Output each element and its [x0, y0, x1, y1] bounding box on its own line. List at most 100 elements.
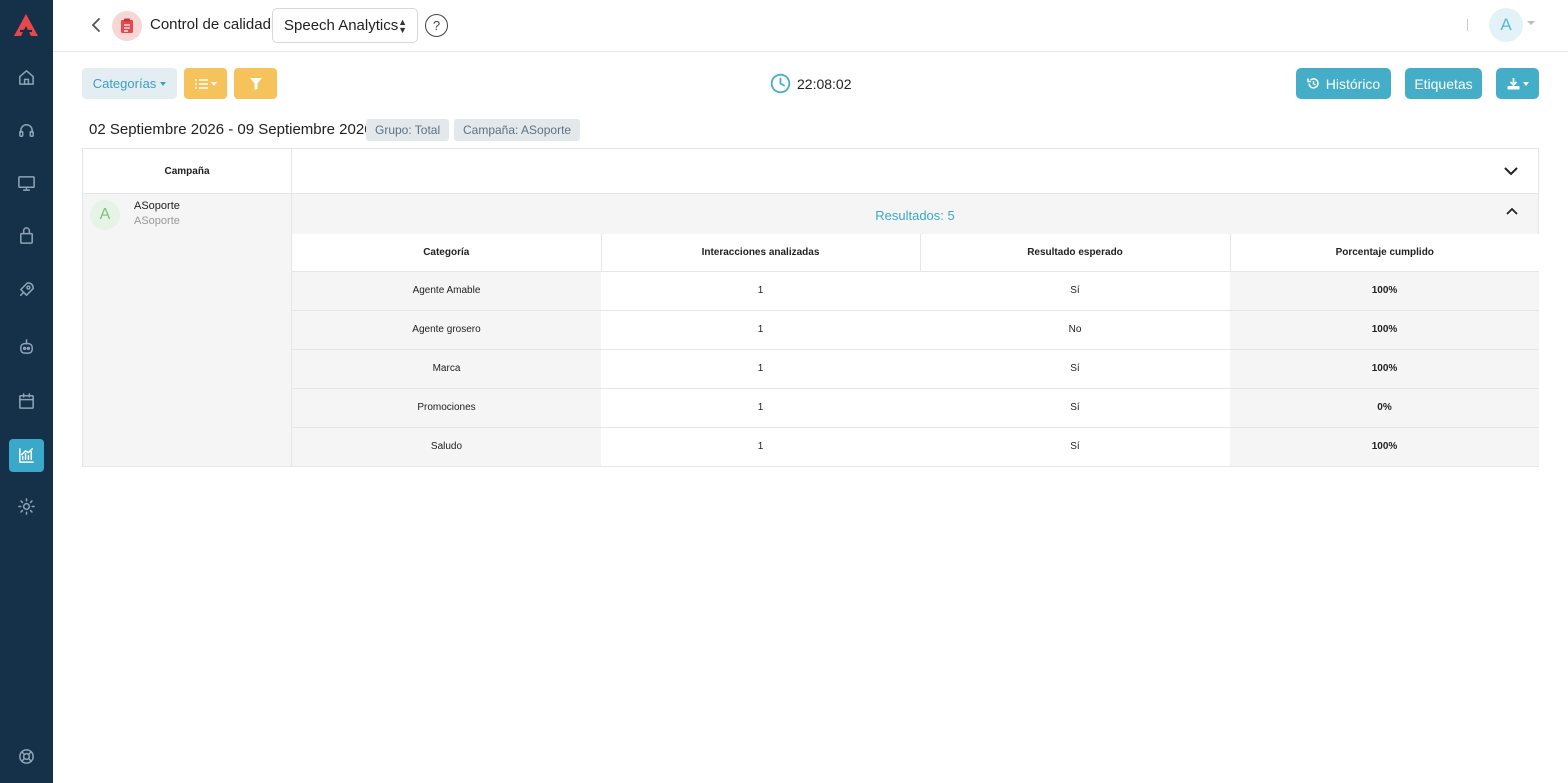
group-badge: Grupo: Total [366, 119, 450, 141]
cell-categoria: Saludo [292, 427, 601, 467]
column-header-esperado: Resultado esperado [919, 234, 1231, 272]
campaign-header-label: Campaña [164, 165, 210, 177]
chevron-up-icon[interactable] [1506, 207, 1518, 215]
cell-porcentaje: 0% [1230, 388, 1539, 428]
cell-interacciones: 1 [601, 271, 920, 311]
table-row: Promociones 1 Sí 0% [292, 388, 1539, 428]
top-divider [1467, 19, 1468, 31]
list-view-dropdown-button[interactable] [184, 68, 227, 99]
results-bar[interactable]: Resultados: 5 [292, 194, 1538, 234]
chevron-left-icon [91, 18, 100, 32]
user-avatar[interactable]: A [1489, 8, 1523, 42]
historico-label: Histórico [1325, 75, 1381, 92]
rocket-icon [20, 282, 34, 296]
campaign-column-header: Campaña [83, 149, 292, 194]
filter-icon [249, 77, 262, 90]
cell-esperado: Sí [920, 271, 1230, 311]
caret-down-icon [160, 81, 167, 86]
home-icon [19, 70, 34, 85]
clipboard-icon [121, 18, 133, 33]
campaign-name: ASoporte [134, 200, 180, 212]
cell-porcentaje: 100% [1230, 271, 1539, 311]
etiquetas-label: Etiquetas [1414, 75, 1473, 92]
download-icon [1507, 77, 1519, 89]
column-header-porcentaje: Porcentaje cumplido [1229, 234, 1539, 272]
sidebar-item-calendar[interactable] [9, 385, 44, 418]
campaign-avatar-letter: A [99, 206, 111, 223]
cell-interacciones: 1 [601, 349, 920, 389]
robot-icon [20, 339, 33, 354]
results-count: Resultados: 5 [875, 208, 955, 223]
sidebar-item-rocket[interactable] [9, 273, 44, 306]
clock-icon [770, 73, 791, 94]
lock-icon [20, 227, 33, 244]
sidebar-item-headset[interactable] [9, 114, 44, 147]
brand-logo-icon[interactable] [12, 12, 40, 38]
select-arrows-icon: ▲ ▼ [398, 17, 407, 35]
caret-down-icon [1522, 81, 1529, 86]
historico-button[interactable]: Histórico [1296, 68, 1391, 99]
cell-interacciones: 1 [601, 310, 920, 350]
campaign-avatar: A [90, 200, 120, 230]
table-row: Agente Amable 1 Sí 100% [292, 271, 1539, 311]
history-icon [1307, 78, 1319, 89]
sidebar-item-reports[interactable] [9, 439, 44, 472]
cell-categoria: Promociones [292, 388, 601, 428]
column-header-interacciones: Interacciones analizadas [600, 234, 921, 272]
gear-icon [18, 498, 35, 515]
chevron-down-icon[interactable] [1504, 167, 1518, 176]
caret-down-icon [210, 81, 217, 86]
page-title: Control de calidad [150, 16, 271, 33]
report-table: Campaña A ASoporte ASoporte Resultados: … [82, 148, 1539, 467]
clock-time: 22:08:02 [797, 76, 852, 92]
column-header-categoria: Categoría [292, 234, 602, 272]
sidebar [0, 0, 53, 783]
results-column-header [292, 149, 1538, 194]
sidebar-item-home[interactable] [9, 61, 44, 94]
module-select-value: Speech Analytics [284, 17, 399, 34]
help-label: ? [432, 18, 441, 33]
sidebar-item-lock[interactable] [9, 219, 44, 252]
cell-porcentaje: 100% [1230, 349, 1539, 389]
filter-button[interactable] [234, 68, 277, 99]
etiquetas-button[interactable]: Etiquetas [1405, 68, 1482, 99]
cell-categoria: Agente Amable [292, 271, 601, 311]
help-button[interactable]: ? [425, 14, 448, 37]
avatar-letter: A [1500, 15, 1512, 34]
avatar-caret-icon[interactable] [1527, 21, 1535, 25]
download-dropdown-button[interactable] [1496, 68, 1539, 99]
categorias-label: Categorías [92, 76, 157, 91]
cell-interacciones: 1 [601, 388, 920, 428]
sidebar-item-settings[interactable] [9, 490, 44, 523]
categorias-dropdown-button[interactable]: Categorías [82, 68, 177, 99]
campaign-cell: A ASoporte ASoporte [83, 194, 292, 466]
sidebar-item-help[interactable] [9, 740, 44, 773]
cell-interacciones: 1 [601, 427, 920, 467]
sidebar-item-monitor[interactable] [9, 167, 44, 200]
cell-esperado: Sí [920, 427, 1230, 467]
category-table: Categoría Interacciones analizadas Resul… [292, 234, 1539, 467]
top-bar: Control de calidad Speech Analytics ▲ ▼ ?… [53, 0, 1568, 52]
cell-esperado: Sí [920, 388, 1230, 428]
table-row: Marca 1 Sí 100% [292, 349, 1539, 389]
cell-categoria: Marca [292, 349, 601, 389]
cell-categoria: Agente grosero [292, 310, 601, 350]
campaign-badge: Campaña: ASoporte [454, 119, 581, 141]
module-select[interactable]: Speech Analytics ▲ ▼ [272, 8, 418, 43]
table-row: Agente grosero 1 No 100% [292, 310, 1539, 350]
calendar-icon [19, 393, 34, 409]
headset-icon [19, 124, 34, 137]
cell-esperado: Sí [920, 349, 1230, 389]
campaign-subtitle: ASoporte [134, 215, 180, 227]
table-row: Saludo 1 Sí 100% [292, 427, 1539, 467]
cell-porcentaje: 100% [1230, 310, 1539, 350]
date-range: 02 Septiembre 2026 - 09 Septiembre 2026 [89, 121, 373, 138]
sidebar-item-robot[interactable] [9, 330, 44, 363]
cell-esperado: No [920, 310, 1230, 350]
back-button[interactable] [87, 15, 105, 35]
monitor-icon [18, 176, 35, 191]
cell-porcentaje: 100% [1230, 427, 1539, 467]
lifebuoy-icon [19, 749, 34, 764]
table-header-row: Categoría Interacciones analizadas Resul… [292, 234, 1539, 272]
list-icon [194, 78, 208, 89]
